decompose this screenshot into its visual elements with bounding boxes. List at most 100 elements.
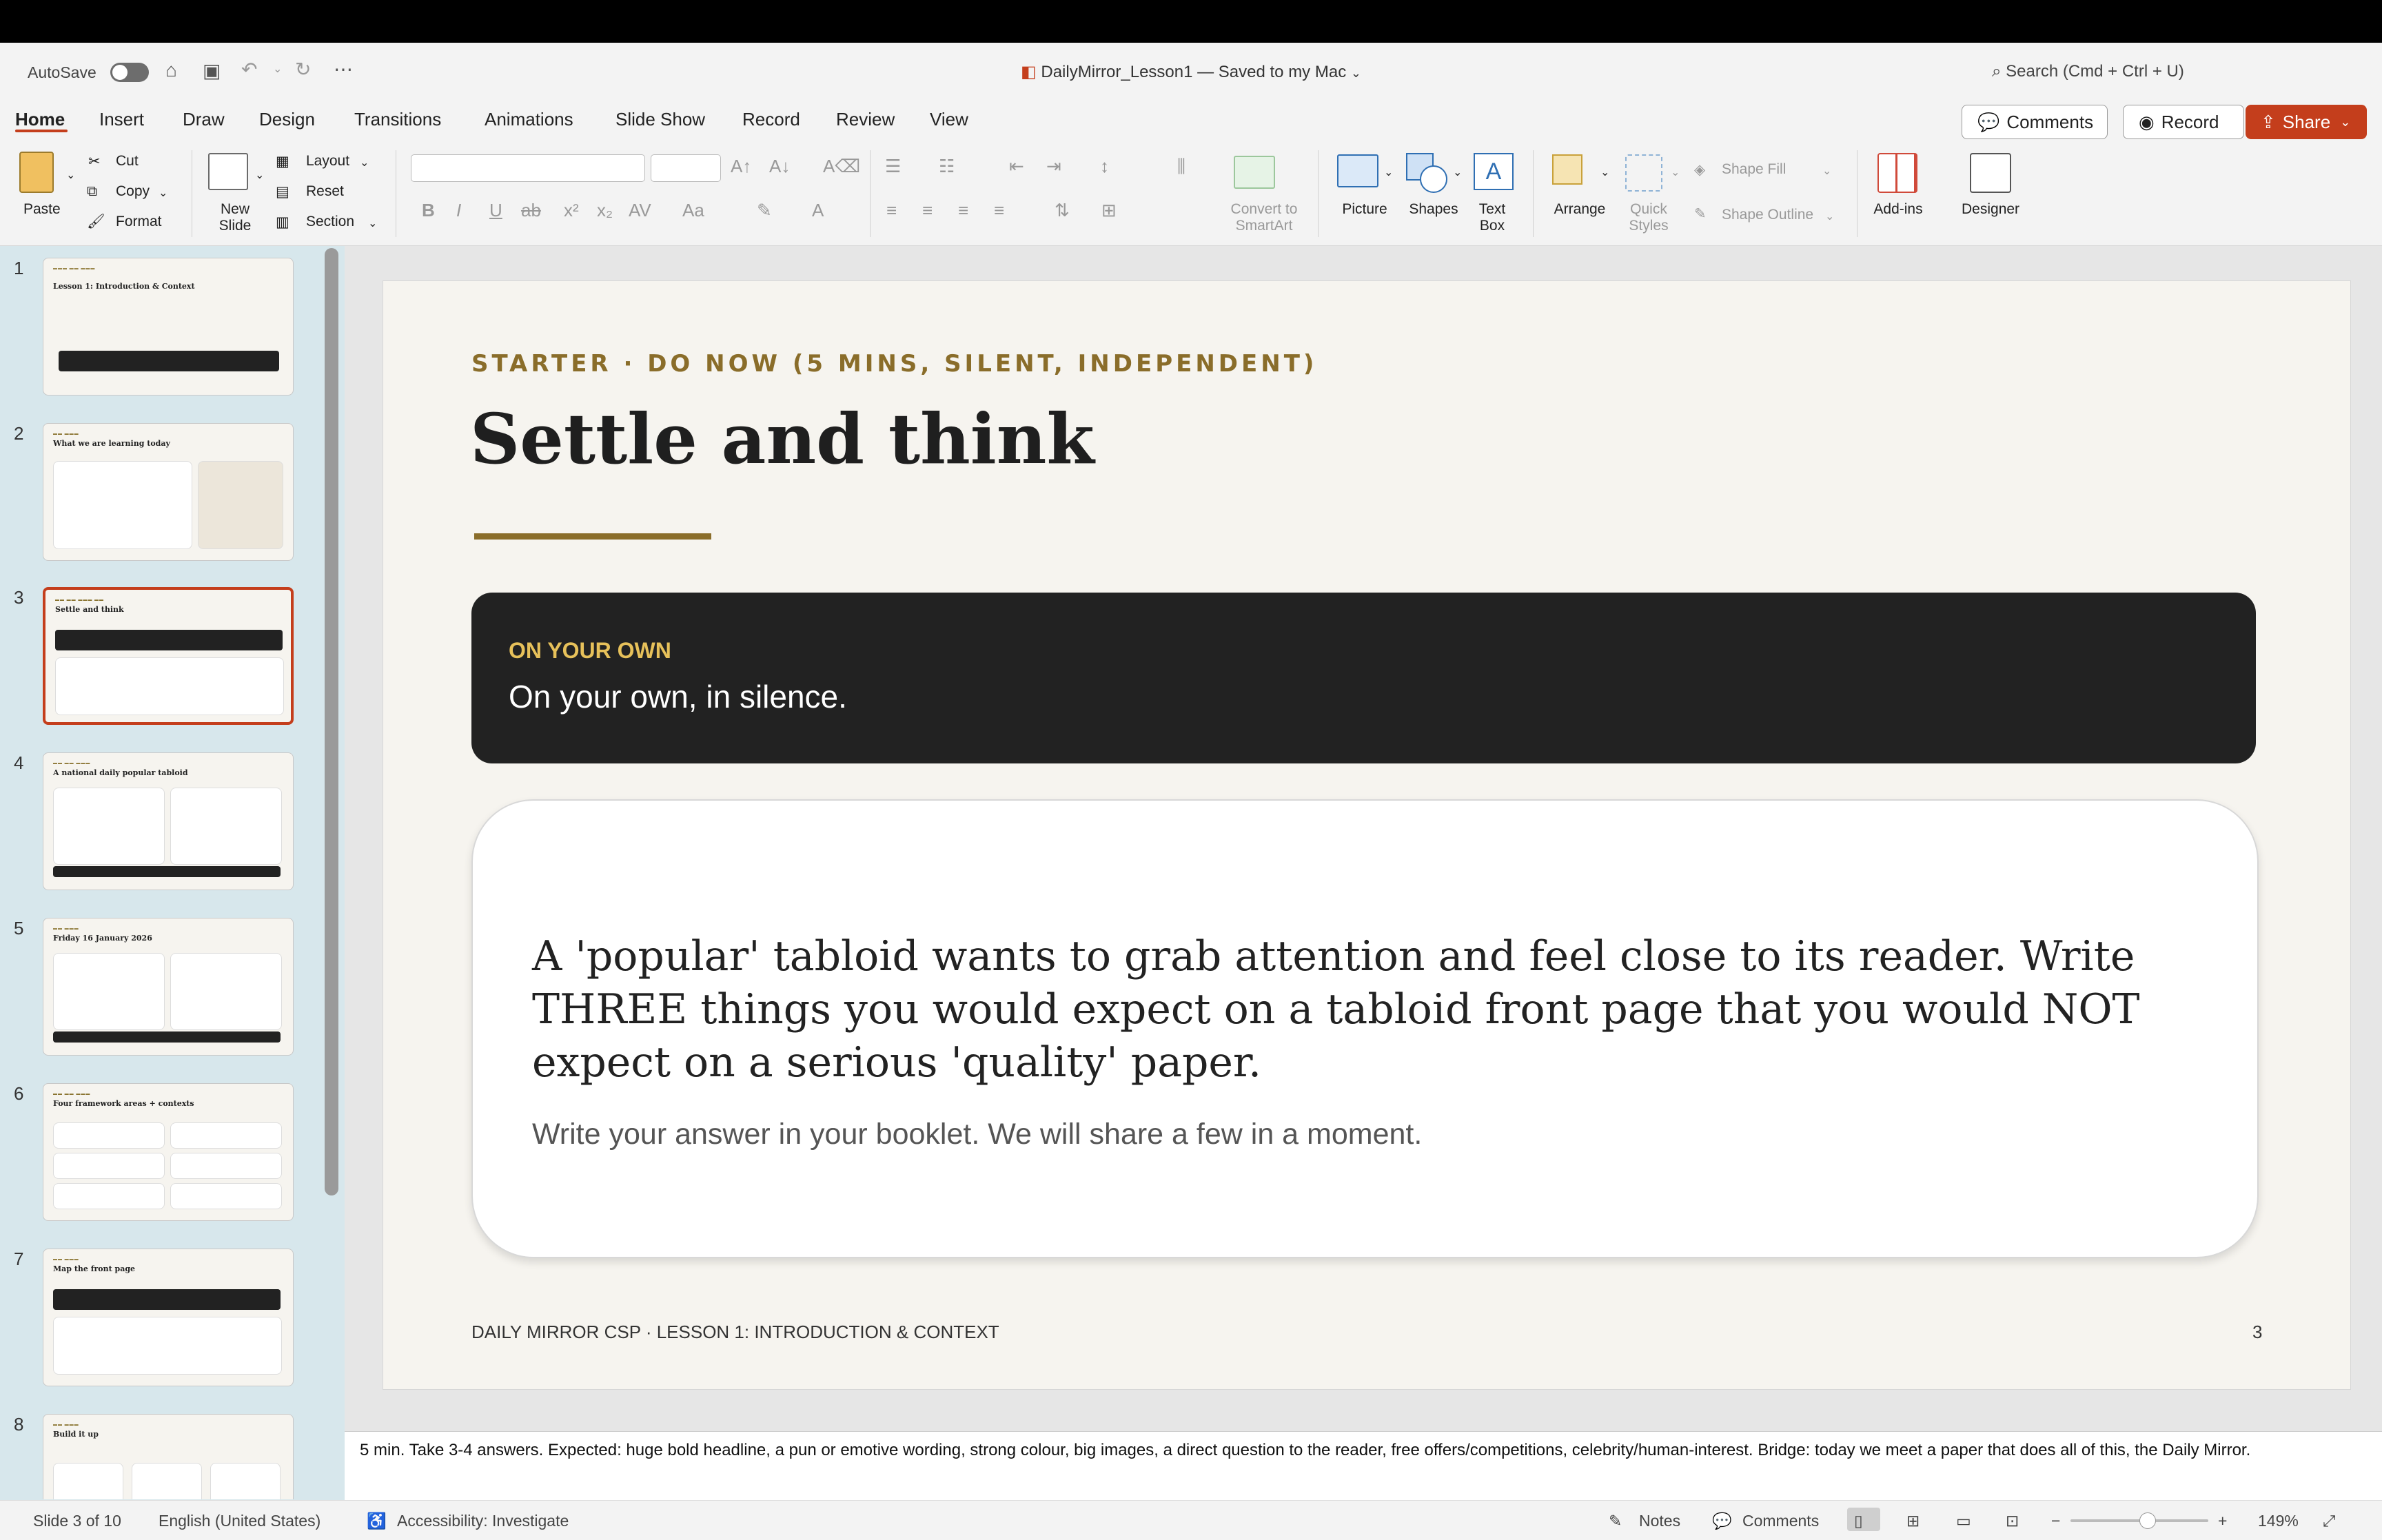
slide-show-icon[interactable]: ⊡ bbox=[2006, 1512, 2019, 1530]
speaker-notes-text[interactable]: 5 min. Take 3-4 answers. Expected: huge … bbox=[360, 1440, 2359, 1461]
underline-icon[interactable]: U bbox=[489, 200, 502, 221]
accessibility-status[interactable]: Accessibility: Investigate bbox=[397, 1512, 569, 1530]
picture-dropdown-icon[interactable]: ⌄ bbox=[1384, 165, 1393, 179]
font-size-dropdown[interactable] bbox=[651, 154, 721, 182]
new-slide-button[interactable]: New Slide bbox=[211, 201, 259, 234]
section-icon[interactable]: ▥ bbox=[276, 214, 289, 231]
shape-fill-icon[interactable]: ◈ bbox=[1694, 161, 1705, 178]
text-box-button[interactable]: Text Box bbox=[1468, 201, 1516, 234]
cut-button[interactable]: Cut bbox=[116, 153, 139, 170]
tab-draw[interactable]: Draw bbox=[183, 109, 225, 130]
slide-thumbnail-1[interactable]: ▬▬▬ ▬▬ ▬▬▬ Lesson 1: Introduction & Cont… bbox=[43, 258, 294, 396]
arrange-dropdown-icon[interactable]: ⌄ bbox=[1600, 165, 1609, 179]
quick-styles-dropdown-icon[interactable]: ⌄ bbox=[1671, 165, 1680, 179]
new-slide-dropdown-icon[interactable]: ⌄ bbox=[255, 168, 264, 182]
paste-icon[interactable] bbox=[19, 152, 54, 193]
reading-view-icon[interactable]: ▭ bbox=[1956, 1512, 1971, 1530]
task-card[interactable]: A 'popular' tabloid wants to grab attent… bbox=[471, 799, 2259, 1258]
convert-to-smartart-button[interactable]: Convert to SmartArt bbox=[1216, 201, 1312, 234]
copy-button[interactable]: Copy bbox=[116, 183, 150, 200]
font-name-dropdown[interactable] bbox=[411, 154, 645, 182]
share-button[interactable]: ⇪ Share ⌄ bbox=[2246, 105, 2367, 139]
slide-kicker[interactable]: STARTER · DO NOW (5 MINS, SILENT, INDEPE… bbox=[471, 350, 1317, 378]
tab-home[interactable]: Home bbox=[15, 109, 65, 130]
text-box-icon[interactable]: A bbox=[1474, 153, 1514, 190]
slide-thumbnail-6[interactable]: ▬▬ ▬▬ ▬▬▬ Four framework areas + context… bbox=[43, 1083, 294, 1221]
zoom-out-icon[interactable]: − bbox=[2051, 1512, 2060, 1530]
layout-icon[interactable]: ▦ bbox=[276, 153, 289, 170]
slide-thumbnail-7[interactable]: ▬▬ ▬▬▬ Map the front page bbox=[43, 1249, 294, 1386]
clear-formatting-icon[interactable]: A⌫ bbox=[823, 156, 860, 177]
tab-animations[interactable]: Animations bbox=[485, 109, 573, 130]
designer-icon[interactable] bbox=[1970, 153, 2011, 193]
notes-toggle[interactable]: Notes bbox=[1639, 1512, 1680, 1530]
shape-outline-icon[interactable]: ✎ bbox=[1694, 205, 1707, 223]
italic-icon[interactable]: I bbox=[456, 200, 461, 221]
section-dropdown-icon[interactable]: ⌄ bbox=[368, 216, 377, 230]
zoom-in-icon[interactable]: + bbox=[2218, 1512, 2227, 1530]
shapes-dropdown-icon[interactable]: ⌄ bbox=[1453, 165, 1462, 179]
slide-thumbnail-8[interactable]: ▬▬ ▬▬▬ Build it up bbox=[43, 1414, 294, 1499]
text-direction-icon[interactable]: ⇅ bbox=[1055, 200, 1070, 221]
smartart-icon[interactable] bbox=[1234, 156, 1275, 189]
slide-footer[interactable]: DAILY MIRROR CSP · LESSON 1: INTRODUCTIO… bbox=[471, 1322, 999, 1343]
shape-fill-dropdown-icon[interactable]: ⌄ bbox=[1822, 164, 1831, 178]
increase-indent-icon[interactable]: ⇥ bbox=[1046, 156, 1061, 177]
copy-icon[interactable]: ⧉ bbox=[87, 183, 97, 200]
add-ins-icon[interactable] bbox=[1877, 153, 1917, 193]
picture-icon[interactable] bbox=[1337, 154, 1378, 187]
copy-dropdown-icon[interactable]: ⌄ bbox=[159, 186, 167, 200]
align-left-icon[interactable]: ≡ bbox=[886, 200, 897, 221]
layout-dropdown-icon[interactable]: ⌄ bbox=[360, 156, 369, 170]
shape-fill-button[interactable]: Shape Fill bbox=[1722, 161, 1786, 178]
tab-view[interactable]: View bbox=[930, 109, 968, 130]
zoom-slider-thumb[interactable] bbox=[2139, 1512, 2156, 1529]
zoom-level[interactable]: 149% bbox=[2258, 1512, 2299, 1530]
layout-button[interactable]: Layout bbox=[306, 153, 349, 170]
justify-icon[interactable]: ≡ bbox=[994, 200, 1004, 221]
decrease-indent-icon[interactable]: ⇤ bbox=[1009, 156, 1024, 177]
increase-font-size-icon[interactable]: A↑ bbox=[731, 156, 751, 177]
comments-button[interactable]: 💬 Comments bbox=[1962, 105, 2108, 139]
change-case-icon[interactable]: Aa bbox=[682, 200, 704, 221]
paste-dropdown-icon[interactable]: ⌄ bbox=[66, 168, 75, 182]
decrease-font-size-icon[interactable]: A↓ bbox=[769, 156, 790, 177]
bold-icon[interactable]: B bbox=[422, 200, 435, 221]
slide-thumbnail-5[interactable]: ▬▬ ▬▬▬ Friday 16 January 2026 bbox=[43, 918, 294, 1056]
numbering-icon[interactable]: ☷ bbox=[939, 156, 955, 177]
tab-design[interactable]: Design bbox=[259, 109, 315, 130]
picture-button[interactable]: Picture bbox=[1337, 201, 1392, 218]
align-text-icon[interactable]: ⊞ bbox=[1101, 200, 1117, 221]
shape-outline-button[interactable]: Shape Outline bbox=[1722, 207, 1813, 223]
tab-review[interactable]: Review bbox=[836, 109, 895, 130]
accessibility-icon[interactable]: ♿ bbox=[367, 1512, 387, 1530]
character-spacing-icon[interactable]: AV bbox=[629, 200, 651, 221]
tab-slide-show[interactable]: Slide Show bbox=[615, 109, 705, 130]
new-slide-icon[interactable] bbox=[208, 153, 248, 190]
reset-icon[interactable]: ▤ bbox=[276, 183, 289, 201]
section-button[interactable]: Section bbox=[306, 214, 354, 230]
strikethrough-icon[interactable]: ab bbox=[521, 200, 541, 221]
record-button[interactable]: ◉ Record bbox=[2123, 105, 2244, 139]
align-center-icon[interactable]: ≡ bbox=[922, 200, 933, 221]
subscript-icon[interactable]: x₂ bbox=[597, 200, 613, 221]
shapes-button[interactable]: Shapes bbox=[1406, 201, 1461, 218]
tab-record[interactable]: Record bbox=[742, 109, 800, 130]
slide-thumbnail-2[interactable]: ▬▬ ▬▬▬ What we are learning today bbox=[43, 423, 294, 561]
slide-sorter-icon[interactable]: ⊞ bbox=[1906, 1512, 1920, 1530]
format-painter-button[interactable]: Format bbox=[116, 214, 162, 230]
reset-button[interactable]: Reset bbox=[306, 183, 344, 200]
superscript-icon[interactable]: x² bbox=[564, 200, 579, 221]
language-status[interactable]: English (United States) bbox=[159, 1512, 320, 1530]
arrange-button[interactable]: Arrange bbox=[1551, 201, 1609, 218]
font-color-icon[interactable]: A bbox=[812, 200, 824, 221]
shape-outline-dropdown-icon[interactable]: ⌄ bbox=[1825, 209, 1834, 223]
quick-styles-icon[interactable] bbox=[1625, 154, 1662, 192]
arrange-icon[interactable] bbox=[1552, 154, 1582, 185]
tab-insert[interactable]: Insert bbox=[99, 109, 144, 130]
current-slide[interactable]: STARTER · DO NOW (5 MINS, SILENT, INDEPE… bbox=[383, 281, 2350, 1389]
search-box[interactable]: ⌕ Search (Cmd + Ctrl + U) bbox=[1992, 62, 2184, 81]
add-ins-button[interactable]: Add-ins bbox=[1871, 201, 1926, 218]
notes-icon[interactable]: ✎ bbox=[1609, 1512, 1622, 1530]
comments-toggle[interactable]: Comments bbox=[1742, 1512, 1819, 1530]
